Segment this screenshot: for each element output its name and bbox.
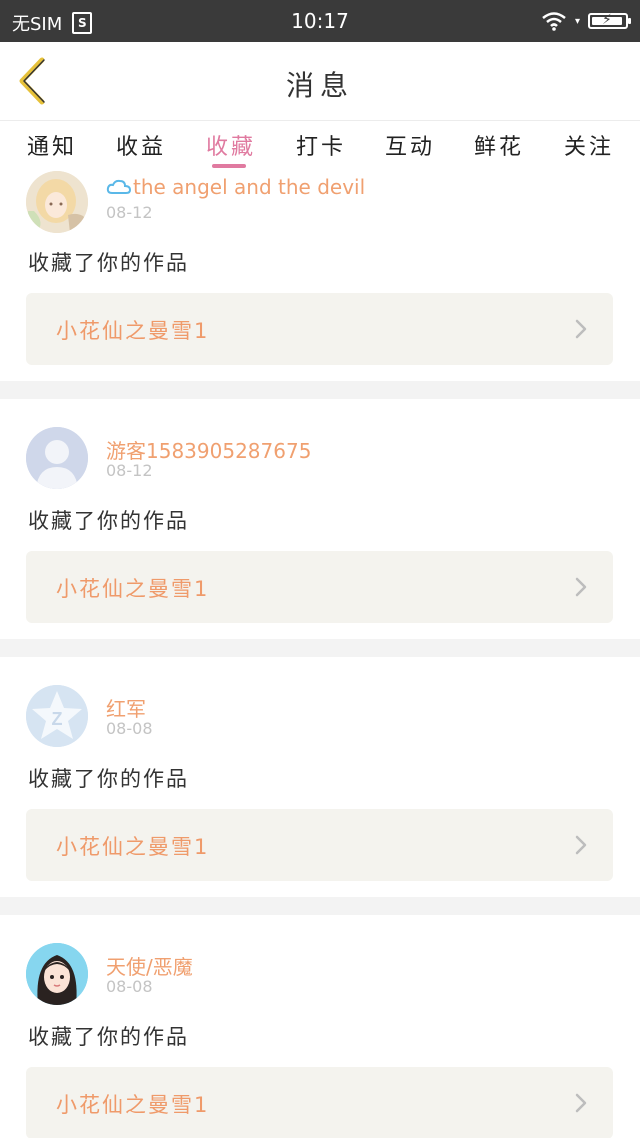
work-link[interactable]: 小花仙之曼雪1 <box>26 551 613 623</box>
status-right: ▾ ⚡ <box>541 11 631 31</box>
username[interactable]: the angel and the devil <box>133 175 365 199</box>
work-link[interactable]: 小花仙之曼雪1 <box>26 293 613 365</box>
message-date: 08-08 <box>106 977 153 996</box>
message-feed[interactable]: the angel and the devil 08-12 收藏了你的作品 小花… <box>0 171 640 1138</box>
work-link[interactable]: 小花仙之曼雪1 <box>26 1067 613 1138</box>
tab-following[interactable]: 关注 <box>554 129 624 161</box>
tab-bar: 通知 收益 收藏 打卡 互动 鲜花 关注 <box>0 121 640 171</box>
chevron-right-icon <box>575 577 587 597</box>
chevron-right-icon <box>575 835 587 855</box>
tab-checkin[interactable]: 打卡 <box>286 129 356 161</box>
cloud-icon <box>106 179 132 194</box>
anime-girl-avatar-icon <box>26 171 88 233</box>
message-card: the angel and the devil 08-12 收藏了你的作品 小花… <box>0 171 640 381</box>
work-title: 小花仙之曼雪1 <box>56 1093 210 1117</box>
work-link[interactable]: 小花仙之曼雪1 <box>26 809 613 881</box>
default-person-avatar-icon <box>26 427 88 489</box>
action-text: 收藏了你的作品 <box>28 509 189 533</box>
active-tab-indicator <box>212 164 246 168</box>
chevron-right-icon <box>575 1093 587 1113</box>
tab-earnings[interactable]: 收益 <box>106 129 176 161</box>
status-bar: 无SIM S 10:17 ▾ ⚡ <box>0 0 640 42</box>
user-avatar[interactable] <box>26 427 88 489</box>
username[interactable]: 红军 <box>106 693 146 722</box>
tab-flowers[interactable]: 鲜花 <box>464 129 534 161</box>
user-avatar[interactable] <box>26 943 88 1005</box>
qzone-star-avatar-icon: Z <box>26 685 88 747</box>
message-date: 08-08 <box>106 719 153 738</box>
action-text: 收藏了你的作品 <box>28 1025 189 1049</box>
svg-text:Z: Z <box>52 709 63 729</box>
work-title: 小花仙之曼雪1 <box>56 577 210 601</box>
user-avatar[interactable]: Z <box>26 685 88 747</box>
cartoon-girl-avatar-icon <box>26 943 88 1005</box>
work-title: 小花仙之曼雪1 <box>56 319 210 343</box>
signal-arrow-icon: ▾ <box>574 15 580 27</box>
nav-header: 消息 <box>0 42 640 121</box>
page-title: 消息 <box>285 69 354 102</box>
message-date: 08-12 <box>106 203 153 222</box>
username[interactable]: 游客1583905287675 <box>106 435 311 464</box>
work-title: 小花仙之曼雪1 <box>56 835 210 859</box>
username[interactable]: 天使/恶魔 <box>106 951 193 980</box>
message-date: 08-12 <box>106 461 153 480</box>
action-text: 收藏了你的作品 <box>28 767 189 791</box>
user-avatar[interactable] <box>26 171 88 233</box>
action-text: 收藏了你的作品 <box>28 251 189 275</box>
chevron-right-icon <box>575 319 587 339</box>
tab-notifications[interactable]: 通知 <box>17 129 87 161</box>
message-card: 游客1583905287675 08-12 收藏了你的作品 小花仙之曼雪1 <box>0 399 640 639</box>
battery-icon: ⚡ <box>588 12 631 29</box>
message-card: 天使/恶魔 08-08 收藏了你的作品 小花仙之曼雪1 <box>0 915 640 1138</box>
tab-interaction[interactable]: 互动 <box>375 129 445 161</box>
message-card: Z 红军 08-08 收藏了你的作品 小花仙之曼雪1 <box>0 657 640 897</box>
wifi-icon <box>542 12 566 31</box>
tab-favorites[interactable]: 收藏 <box>196 129 266 161</box>
